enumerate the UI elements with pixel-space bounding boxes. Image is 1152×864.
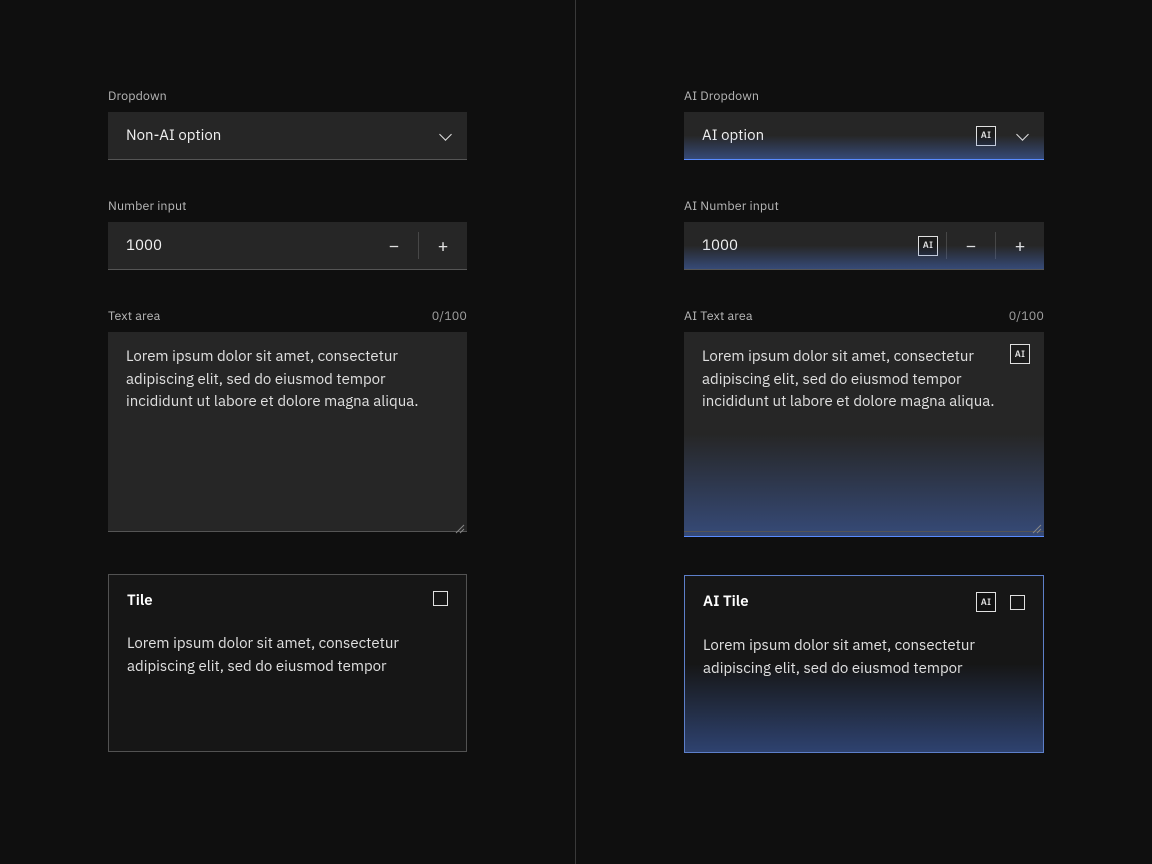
ai-number-input-label-text: AI Number input xyxy=(684,198,779,214)
ai-badge-icon: AI xyxy=(1010,344,1030,364)
resize-handle-icon[interactable] xyxy=(1032,524,1042,534)
chevron-down-icon xyxy=(1016,129,1030,143)
dropdown-value: Non-AI option xyxy=(126,126,221,145)
ai-number-input[interactable]: 1000 AI − + xyxy=(684,222,1044,270)
ai-dropdown-field: AI Dropdown AI option AI xyxy=(684,88,1044,160)
textarea-char-count: 0/100 xyxy=(432,308,467,324)
ai-badge-icon: AI xyxy=(976,126,996,146)
ai-dropdown[interactable]: AI option AI xyxy=(684,112,1044,160)
ai-tile[interactable]: AI Tile AI Lorem ipsum dolor sit amet, c… xyxy=(684,575,1044,753)
dropdown-field: Dropdown Non-AI option xyxy=(108,88,467,160)
number-input[interactable]: 1000 − + xyxy=(108,222,467,270)
tile-field: Tile Lorem ipsum dolor sit amet, consect… xyxy=(108,574,467,752)
ai-number-input-label: AI Number input xyxy=(684,198,1044,214)
ai-dropdown-value: AI option xyxy=(702,126,764,145)
checkbox-icon[interactable] xyxy=(433,591,448,606)
ai-tile-field: AI Tile AI Lorem ipsum dolor sit amet, c… xyxy=(684,575,1044,753)
textarea[interactable] xyxy=(108,332,467,532)
number-input-field: Number input 1000 − + xyxy=(108,198,467,270)
ai-textarea-label: AI Text area 0/100 xyxy=(684,308,1044,324)
standard-components-pane: Dropdown Non-AI option Number input 1000… xyxy=(0,0,576,864)
ai-textarea-label-text: AI Text area xyxy=(684,308,753,324)
ai-tile-body: Lorem ipsum dolor sit amet, consectetur … xyxy=(703,634,1025,681)
textarea-label-text: Text area xyxy=(108,308,160,324)
ai-number-input-field: AI Number input 1000 AI − + xyxy=(684,198,1044,270)
ai-tile-title: AI Tile xyxy=(703,592,749,611)
dropdown[interactable]: Non-AI option xyxy=(108,112,467,160)
ai-textarea-container: AI xyxy=(684,332,1044,537)
ai-number-input-value[interactable]: 1000 xyxy=(684,222,910,269)
number-input-label-text: Number input xyxy=(108,198,187,214)
ai-dropdown-label: AI Dropdown xyxy=(684,88,1044,104)
increment-button[interactable]: + xyxy=(419,222,467,269)
textarea-label: Text area 0/100 xyxy=(108,308,467,324)
ai-textarea-field: AI Text area 0/100 AI xyxy=(684,308,1044,537)
tile[interactable]: Tile Lorem ipsum dolor sit amet, consect… xyxy=(108,574,467,752)
tile-title: Tile xyxy=(127,591,153,610)
tile-body: Lorem ipsum dolor sit amet, consectetur … xyxy=(127,632,448,679)
increment-button[interactable]: + xyxy=(996,222,1044,269)
dropdown-label: Dropdown xyxy=(108,88,467,104)
textarea-container xyxy=(108,332,467,536)
ai-textarea[interactable] xyxy=(684,332,1044,532)
checkbox-icon[interactable] xyxy=(1010,595,1025,610)
chevron-down-icon xyxy=(439,129,453,143)
number-input-label: Number input xyxy=(108,198,467,214)
number-input-value[interactable]: 1000 xyxy=(108,222,370,269)
ai-components-pane: AI Dropdown AI option AI AI Number input… xyxy=(576,0,1152,864)
resize-handle-icon[interactable] xyxy=(455,524,465,534)
textarea-field: Text area 0/100 xyxy=(108,308,467,536)
ai-dropdown-label-text: AI Dropdown xyxy=(684,88,759,104)
ai-badge-icon: AI xyxy=(976,592,996,612)
ai-textarea-char-count: 0/100 xyxy=(1009,308,1044,324)
decrement-button[interactable]: − xyxy=(947,222,995,269)
dropdown-label-text: Dropdown xyxy=(108,88,167,104)
ai-badge-icon: AI xyxy=(918,236,938,256)
decrement-button[interactable]: − xyxy=(370,222,418,269)
